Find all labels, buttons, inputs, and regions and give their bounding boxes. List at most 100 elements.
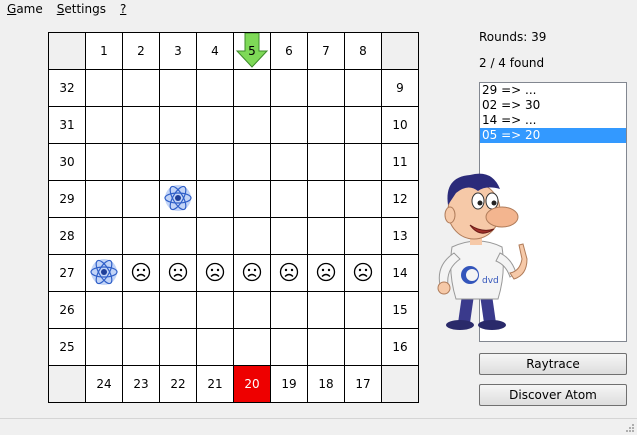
board-cell[interactable]	[234, 144, 270, 180]
board-cell[interactable]	[308, 144, 344, 180]
edge-port-top[interactable]: 1	[86, 33, 122, 69]
edge-port-right[interactable]: 14	[382, 255, 418, 291]
board-cell[interactable]	[86, 107, 122, 143]
board-cell[interactable]	[345, 329, 381, 365]
board-cell[interactable]	[123, 144, 159, 180]
board-cell[interactable]	[234, 70, 270, 106]
board-cell[interactable]	[308, 70, 344, 106]
board-cell[interactable]	[308, 218, 344, 254]
edge-port-top[interactable]: 5	[234, 33, 270, 69]
board-cell[interactable]	[345, 107, 381, 143]
edge-port-right[interactable]: 12	[382, 181, 418, 217]
board-cell[interactable]	[271, 144, 307, 180]
edge-port-left[interactable]: 31	[49, 107, 85, 143]
edge-port-left[interactable]: 29	[49, 181, 85, 217]
list-item-selected[interactable]: 05 => 20	[480, 128, 626, 143]
discover-atom-button[interactable]: Discover Atom	[479, 384, 627, 406]
edge-port-left[interactable]: 25	[49, 329, 85, 365]
board-cell[interactable]	[234, 181, 270, 217]
edge-port-left[interactable]: 27	[49, 255, 85, 291]
board-cell[interactable]	[271, 329, 307, 365]
board-cell[interactable]	[86, 70, 122, 106]
edge-port-top[interactable]: 6	[271, 33, 307, 69]
board-cell[interactable]	[271, 255, 307, 291]
edge-port-bottom[interactable]: 18	[308, 366, 344, 402]
edge-port-right[interactable]: 9	[382, 70, 418, 106]
board-cell[interactable]	[123, 70, 159, 106]
edge-port-right[interactable]: 11	[382, 144, 418, 180]
edge-port-right[interactable]: 10	[382, 107, 418, 143]
board-cell[interactable]	[308, 255, 344, 291]
board-cell[interactable]	[308, 181, 344, 217]
board-cell[interactable]	[234, 218, 270, 254]
board-cell[interactable]	[271, 181, 307, 217]
board-cell[interactable]	[197, 144, 233, 180]
board-cell[interactable]	[345, 218, 381, 254]
board-cell[interactable]	[123, 255, 159, 291]
menu-game[interactable]: Game	[0, 0, 50, 18]
board-cell[interactable]	[345, 255, 381, 291]
edge-port-right[interactable]: 13	[382, 218, 418, 254]
board-cell[interactable]	[86, 144, 122, 180]
board-cell[interactable]	[345, 70, 381, 106]
edge-port-bottom[interactable]: 20	[234, 366, 270, 402]
board-cell[interactable]	[271, 218, 307, 254]
board-cell[interactable]	[86, 218, 122, 254]
raytrace-button[interactable]: Raytrace	[479, 353, 627, 375]
board-cell[interactable]	[271, 292, 307, 328]
edge-port-left[interactable]: 30	[49, 144, 85, 180]
board-cell[interactable]	[234, 329, 270, 365]
edge-port-right[interactable]: 15	[382, 292, 418, 328]
board-cell[interactable]	[271, 107, 307, 143]
board-cell[interactable]	[345, 292, 381, 328]
board-cell[interactable]	[345, 144, 381, 180]
edge-port-right[interactable]: 16	[382, 329, 418, 365]
list-item[interactable]: 02 => 30	[480, 98, 626, 113]
board-cell[interactable]	[197, 107, 233, 143]
board-cell[interactable]	[234, 107, 270, 143]
board-cell[interactable]	[197, 181, 233, 217]
board-cell[interactable]	[160, 181, 196, 217]
board-cell[interactable]	[86, 181, 122, 217]
board-cell[interactable]	[123, 181, 159, 217]
board-cell[interactable]	[197, 329, 233, 365]
board-cell[interactable]	[234, 292, 270, 328]
edge-port-bottom[interactable]: 24	[86, 366, 122, 402]
list-item[interactable]: 29 => ...	[480, 83, 626, 98]
edge-port-bottom[interactable]: 23	[123, 366, 159, 402]
board-cell[interactable]	[160, 292, 196, 328]
board-cell[interactable]	[197, 218, 233, 254]
edge-port-top[interactable]: 8	[345, 33, 381, 69]
board-cell[interactable]	[234, 255, 270, 291]
edge-port-left[interactable]: 26	[49, 292, 85, 328]
board-cell[interactable]	[86, 255, 122, 291]
edge-port-top[interactable]: 2	[123, 33, 159, 69]
board-cell[interactable]	[345, 181, 381, 217]
board-cell[interactable]	[86, 329, 122, 365]
board-cell[interactable]	[271, 70, 307, 106]
board-cell[interactable]	[160, 255, 196, 291]
edge-port-bottom[interactable]: 21	[197, 366, 233, 402]
board-cell[interactable]	[160, 107, 196, 143]
edge-port-top[interactable]: 4	[197, 33, 233, 69]
resize-grip-icon[interactable]	[625, 423, 635, 433]
edge-port-top[interactable]: 7	[308, 33, 344, 69]
edge-port-left[interactable]: 32	[49, 70, 85, 106]
menu-help[interactable]: ?	[113, 0, 133, 18]
board-cell[interactable]	[197, 292, 233, 328]
board-cell[interactable]	[308, 292, 344, 328]
board-cell[interactable]	[123, 218, 159, 254]
menu-settings[interactable]: Settings	[50, 0, 113, 18]
edge-port-top[interactable]: 3	[160, 33, 196, 69]
board-cell[interactable]	[308, 107, 344, 143]
edge-port-bottom[interactable]: 19	[271, 366, 307, 402]
board-cell[interactable]	[86, 292, 122, 328]
board-cell[interactable]	[160, 70, 196, 106]
edge-port-bottom[interactable]: 17	[345, 366, 381, 402]
edge-port-left[interactable]: 28	[49, 218, 85, 254]
board-cell[interactable]	[160, 218, 196, 254]
edge-port-bottom[interactable]: 22	[160, 366, 196, 402]
list-item[interactable]: 14 => ...	[480, 113, 626, 128]
board-cell[interactable]	[123, 329, 159, 365]
board-cell[interactable]	[160, 144, 196, 180]
